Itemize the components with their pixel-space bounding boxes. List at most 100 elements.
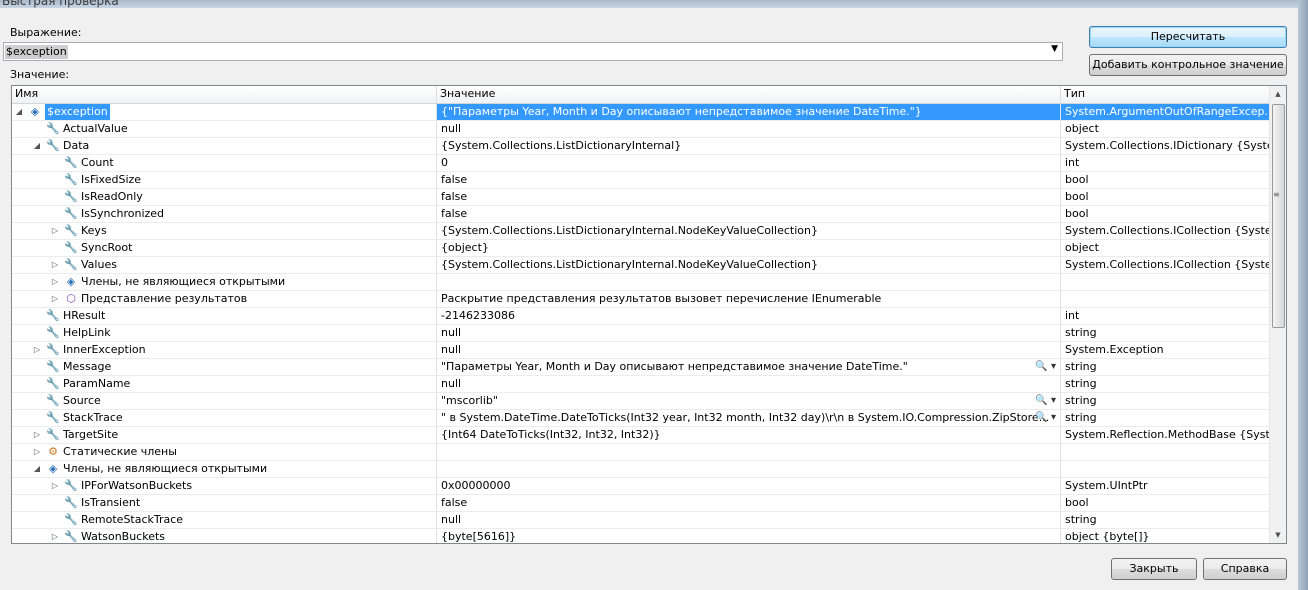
table-row[interactable]: 🔧 IsFixedSize false bool (12, 172, 1270, 189)
magnifier-icon[interactable]: 🔍 ▾ (1035, 393, 1056, 409)
magnifier-icon[interactable]: 🔍 ▾ (1035, 410, 1056, 426)
cell-type: string (1065, 394, 1097, 407)
cell-value[interactable]: null (437, 325, 1061, 341)
magnifier-icon[interactable]: 🔍 ▾ (1035, 359, 1056, 375)
table-row[interactable]: ▷ 🔧 Values {System.Collections.ListDictiona… (12, 257, 1270, 274)
table-row[interactable]: ▷ ◈ Члены, не являющиеся открытыми (12, 274, 1270, 291)
cell-value[interactable]: {Int64 DateToTicks(Int32, Int32, Int32)} (437, 427, 1061, 443)
cell-type: System.UIntPtr (1065, 479, 1148, 492)
table-row[interactable]: ◢ 🔧 Data {System.Collections.ListDictionary… (12, 138, 1270, 155)
grid-rows: ◢ ◈ $exception {"Параметры Year, Month и Da… (12, 104, 1270, 543)
table-row[interactable]: ▷ ⚙ Статические члены (12, 444, 1270, 461)
row-value: {Int64 DateToTicks(Int32, Int32, Int32)} (441, 428, 661, 441)
cell-value[interactable] (437, 274, 1061, 290)
table-row[interactable]: ◢ ◈ Члены, не являющиеся открытыми (12, 461, 1270, 478)
table-row[interactable]: ▷ ⬡ Представление результатов Раскрытие пре… (12, 291, 1270, 308)
cube-icon: ◈ (66, 275, 76, 288)
cell-type: string (1065, 411, 1097, 424)
scroll-down-arrow-icon[interactable]: ▼ (1270, 527, 1286, 543)
scrollbar-thumb[interactable] (1272, 104, 1285, 328)
expand-arrow-icon[interactable]: ▷ (50, 223, 60, 239)
collapse-arrow-icon[interactable]: ◢ (14, 104, 24, 120)
row-name: WatsonBuckets (81, 530, 166, 543)
cell-value[interactable]: null (437, 512, 1061, 528)
expand-arrow-icon[interactable]: ▷ (50, 257, 60, 273)
table-row[interactable]: 🔧 ActualValue null object (12, 121, 1270, 138)
cell-value[interactable] (437, 461, 1061, 477)
cell-value[interactable]: false (437, 189, 1061, 205)
table-row[interactable]: 🔧 Source "mscorlib" 🔍 ▾ string (12, 393, 1270, 410)
cell-value[interactable]: Раскрытие представления результатов вызо… (437, 291, 1061, 307)
expression-input-value[interactable]: $exception (5, 45, 68, 59)
row-value: false (441, 173, 468, 186)
cell-value[interactable]: null (437, 342, 1061, 358)
table-row[interactable]: ▷ 🔧 WatsonBuckets {byte[5616]} object {byte[… (12, 529, 1270, 543)
cell-value[interactable]: -2146233086 (437, 308, 1061, 324)
row-value: {object} (441, 241, 489, 254)
table-row[interactable]: 🔧 HelpLink null string (12, 325, 1270, 342)
table-row[interactable]: 🔧 Message "Параметры Year, Month и Day опи… (12, 359, 1270, 376)
cell-value[interactable]: null (437, 121, 1061, 137)
cell-name: 🔧 SyncRoot (12, 240, 437, 256)
expand-arrow-icon[interactable]: ▷ (32, 427, 42, 443)
table-row[interactable]: ▷ 🔧 InnerException null System.Exception (12, 342, 1270, 359)
close-button[interactable]: Закрыть (1111, 558, 1197, 580)
cell-name: ▷ 🔧 IPForWatsonBuckets (12, 478, 437, 494)
vertical-scrollbar[interactable]: ▲ ≡ ▼ (1269, 86, 1286, 543)
table-row[interactable]: ▷ 🔧 IPForWatsonBuckets 0x00000000 System.UIn… (12, 478, 1270, 495)
collapse-arrow-icon[interactable]: ◢ (32, 138, 42, 154)
cell-value[interactable] (437, 444, 1061, 460)
expand-arrow-icon[interactable]: ▷ (32, 342, 42, 358)
cell-value[interactable]: null (437, 376, 1061, 392)
cell-name: 🔧 IsReadOnly (12, 189, 437, 205)
cell-value[interactable]: false (437, 206, 1061, 222)
table-row[interactable]: 🔧 HResult -2146233086 int (12, 308, 1270, 325)
cell-name: 🔧 Source (12, 393, 437, 409)
cell-value[interactable]: {object} (437, 240, 1061, 256)
table-row[interactable]: ▷ 🔧 TargetSite {Int64 DateToTicks(Int32, In… (12, 427, 1270, 444)
table-row[interactable]: 🔧 ParamName null string (12, 376, 1270, 393)
scroll-up-arrow-icon[interactable]: ▲ (1270, 86, 1286, 102)
cell-value[interactable]: 0x00000000 (437, 478, 1061, 494)
expand-arrow-icon[interactable]: ▷ (50, 274, 60, 290)
expand-arrow-icon[interactable]: ▷ (50, 478, 60, 494)
table-row[interactable]: 🔧 SyncRoot {object} object (12, 240, 1270, 257)
table-row[interactable]: ▷ 🔧 Keys {System.Collections.ListDictionary… (12, 223, 1270, 240)
cell-type (1061, 274, 1270, 290)
private-member-icon: 🔧 (64, 513, 78, 526)
table-row[interactable]: 🔧 IsTransient false bool (12, 495, 1270, 512)
expand-arrow-icon[interactable]: ▷ (50, 529, 60, 543)
expression-combobox[interactable]: $exception ▼ (3, 42, 1063, 61)
cell-value[interactable]: {"Параметры Year, Month и Day описывают … (437, 104, 1061, 120)
expand-arrow-icon[interactable]: ▷ (32, 444, 42, 460)
table-row[interactable]: 🔧 IsSynchronized false bool (12, 206, 1270, 223)
cell-type: int (1065, 156, 1080, 169)
cell-value[interactable]: {byte[5616]} (437, 529, 1061, 543)
cell-value[interactable]: " в System.DateTime.DateToTicks(Int32 ye… (437, 410, 1061, 426)
cell-value[interactable]: "mscorlib" 🔍 ▾ (437, 393, 1061, 409)
cell-name: 🔧 StackTrace (12, 410, 437, 426)
chevron-down-icon[interactable]: ▼ (1051, 44, 1058, 54)
table-row[interactable]: 🔧 IsReadOnly false bool (12, 189, 1270, 206)
table-row[interactable]: 🔧 StackTrace " в System.DateTime.DateToTic… (12, 410, 1270, 427)
expand-arrow-icon[interactable]: ▷ (50, 291, 60, 307)
cell-value[interactable]: 0 (437, 155, 1061, 171)
table-row[interactable]: 🔧 RemoteStackTrace null string (12, 512, 1270, 529)
column-header-type[interactable]: Тип (1061, 86, 1270, 103)
cell-value[interactable]: false (437, 495, 1061, 511)
cell-name: ▷ 🔧 WatsonBuckets (12, 529, 437, 543)
column-header-value[interactable]: Значение (437, 86, 1061, 103)
table-row[interactable]: 🔧 Count 0 int (12, 155, 1270, 172)
cell-name: 🔧 ActualValue (12, 121, 437, 137)
column-header-name[interactable]: Имя (12, 86, 437, 103)
cell-value[interactable]: {System.Collections.ListDictionaryIntern… (437, 138, 1061, 154)
help-button[interactable]: Справка (1203, 558, 1287, 580)
add-watch-button[interactable]: Добавить контрольное значение (1089, 54, 1287, 76)
cell-value[interactable]: {System.Collections.ListDictionaryIntern… (437, 223, 1061, 239)
recalculate-button[interactable]: Пересчитать (1089, 26, 1287, 48)
cell-value[interactable]: "Параметры Year, Month и Day описывают н… (437, 359, 1061, 375)
cell-value[interactable]: {System.Collections.ListDictionaryIntern… (437, 257, 1061, 273)
collapse-arrow-icon[interactable]: ◢ (32, 461, 42, 477)
table-row[interactable]: ◢ ◈ $exception {"Параметры Year, Month и Da… (12, 104, 1270, 121)
cell-value[interactable]: false (437, 172, 1061, 188)
